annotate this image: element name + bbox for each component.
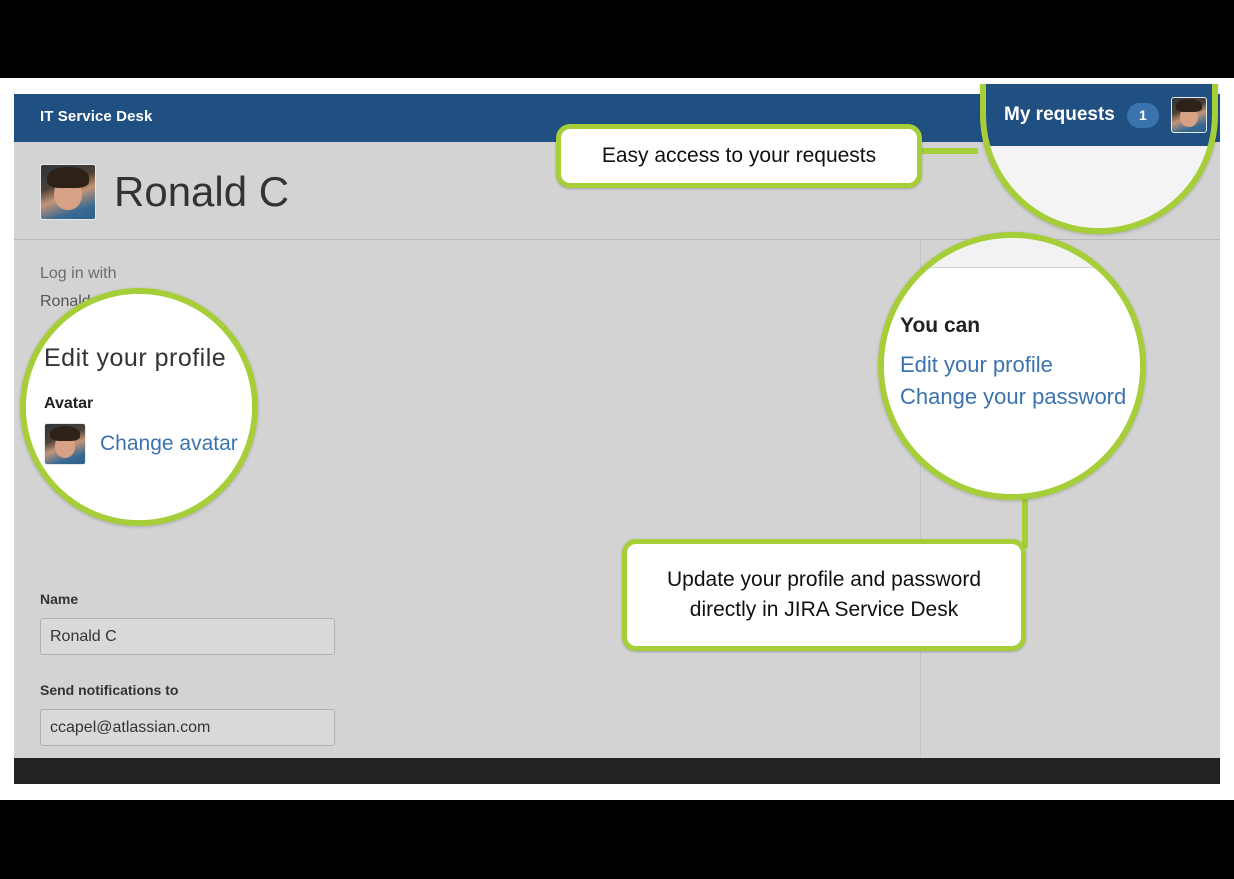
profile-avatar-icon <box>40 164 96 220</box>
my-requests-label: My requests <box>1040 109 1128 127</box>
footer-strip <box>14 758 1220 784</box>
screenshot-frame: IT Service Desk My requests 1 Ronald C L… <box>0 0 1234 879</box>
nav-right-group: My requests 1 <box>1040 94 1210 142</box>
user-avatar-icon[interactable] <box>1178 102 1210 134</box>
column-divider <box>920 241 921 784</box>
name-input[interactable] <box>40 618 335 655</box>
my-requests-link[interactable]: My requests 1 <box>1040 108 1164 128</box>
top-navigation-bar: IT Service Desk My requests 1 <box>14 94 1220 142</box>
content-area: Log in with Ronald C Name Send notificat… <box>14 241 1220 784</box>
login-with-label: Log in with <box>40 265 117 282</box>
my-requests-count-badge: 1 <box>1138 108 1164 128</box>
login-with-value: Ronald C <box>40 293 107 310</box>
page-title: Ronald C <box>114 168 290 215</box>
name-label: Name <box>40 591 79 607</box>
app-window: IT Service Desk My requests 1 Ronald C L… <box>14 94 1220 784</box>
notifications-email-input[interactable] <box>40 709 335 746</box>
send-notifications-label: Send notifications to <box>40 682 179 698</box>
brand-title: IT Service Desk <box>40 108 153 125</box>
page-header: Ronald C <box>14 142 1220 240</box>
